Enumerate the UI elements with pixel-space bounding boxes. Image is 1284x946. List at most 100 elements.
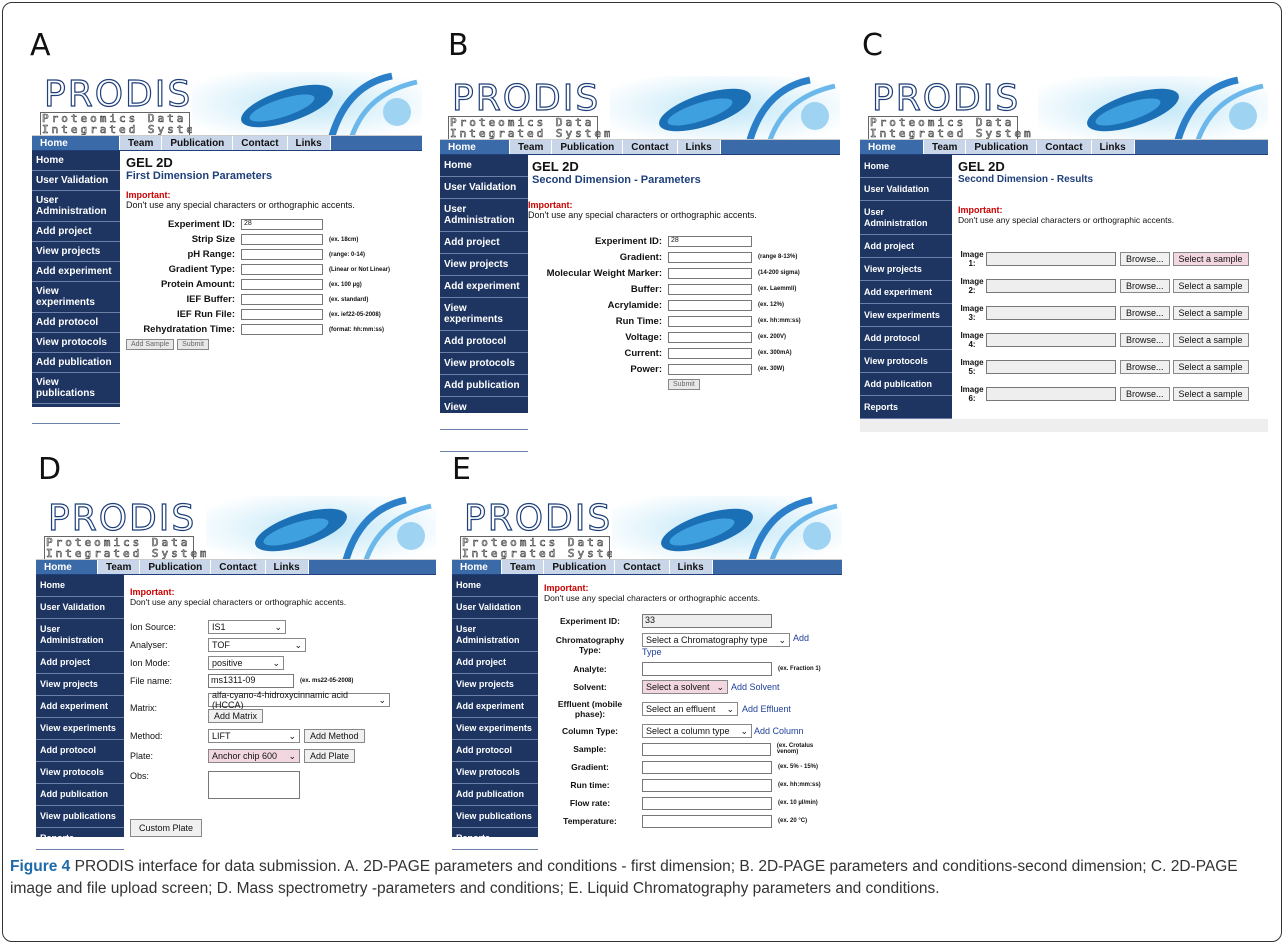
field-input[interactable] (241, 279, 323, 290)
sidebar-item-user-administration[interactable]: User Administration (32, 191, 120, 222)
sidebar-item-add-protocol[interactable]: Add protocol (36, 740, 124, 762)
nav-tab-contact[interactable]: Contact (211, 560, 266, 574)
sidebar-item-view-experiments[interactable]: View experiments (860, 304, 952, 327)
select-sample-button[interactable]: Select a sample (1172, 332, 1249, 347)
add-solvent-link[interactable]: Add Solvent (731, 682, 780, 692)
sidebar-item-view-projects[interactable]: View projects (452, 674, 538, 696)
field-input[interactable] (668, 315, 752, 327)
nav-tab-publication[interactable]: Publication (140, 560, 212, 574)
add-method-button[interactable]: Add Method (304, 729, 365, 743)
nav-tab-publication[interactable]: Publication (162, 136, 234, 150)
select-sample-button[interactable]: Select a sample (1172, 359, 1249, 374)
sidebar-item-user-administration[interactable]: User Administration (36, 619, 124, 652)
field-input[interactable] (641, 742, 771, 756)
field-input[interactable] (642, 760, 772, 774)
nav-tab-team[interactable]: Team (98, 560, 141, 574)
field-input[interactable] (241, 294, 323, 305)
sidebar-item-add-experiment[interactable]: Add experiment (440, 276, 528, 298)
file-path-input[interactable] (986, 386, 1116, 401)
sidebar-item-add-experiment[interactable]: Add experiment (860, 281, 952, 304)
sidebar-item-home[interactable]: Home (860, 155, 952, 178)
sidebar-item-home[interactable]: Home (32, 151, 120, 171)
file-path-input[interactable] (986, 251, 1116, 266)
browse-button[interactable]: Browse... (1120, 278, 1170, 293)
field-input[interactable] (642, 814, 772, 828)
sidebar-item-view-experiments[interactable]: View experiments (440, 298, 528, 331)
sidebar-item-user-validation[interactable]: User Validation (440, 177, 528, 199)
sidebar-item-view-publications[interactable]: View publications (440, 397, 528, 430)
nav-tab-contact[interactable]: Contact (233, 136, 288, 150)
obs-textarea[interactable] (208, 771, 300, 799)
sidebar-item-view-protocols[interactable]: View protocols (440, 353, 528, 375)
nav-tab-home[interactable]: Home (452, 560, 502, 574)
nav-tab-links[interactable]: Links (287, 136, 331, 150)
sidebar-item-reports[interactable]: Reports (860, 396, 952, 419)
column-type-select[interactable]: Select a column type ⌄ (642, 724, 752, 738)
nav-tab-contact[interactable]: Contact (623, 140, 678, 154)
method-select[interactable]: LIFT ⌄ (208, 729, 300, 743)
sidebar-item-add-project[interactable]: Add project (36, 652, 124, 674)
field-input[interactable] (668, 283, 752, 295)
effluent-select[interactable]: Select an effluent ⌄ (642, 702, 738, 716)
browse-button[interactable]: Browse... (1120, 332, 1170, 347)
chromatography-type-select[interactable]: Select a Chromatography type ⌄ (642, 633, 790, 647)
sidebar-item-user-validation[interactable]: User Validation (32, 171, 120, 191)
field-input[interactable] (241, 309, 323, 320)
sidebar-item-add-project[interactable]: Add project (452, 652, 538, 674)
field-input[interactable] (241, 249, 323, 260)
sidebar-item-user-administration[interactable]: User Administration (860, 201, 952, 235)
nav-tab-links[interactable]: Links (677, 140, 721, 154)
select-sample-button[interactable]: Select a sample (1172, 305, 1249, 320)
sidebar-item-view-projects[interactable]: View projects (32, 242, 120, 262)
analyser-select[interactable]: TOF ⌄ (208, 638, 306, 652)
sidebar-item-reports[interactable]: Reports (32, 404, 120, 424)
sidebar-item-view-protocols[interactable]: View protocols (36, 762, 124, 784)
nav-tab-team[interactable]: Team (510, 140, 553, 154)
nav-tab-home[interactable]: Home (36, 560, 98, 574)
select-sample-button[interactable]: Select a sample (1172, 278, 1249, 293)
field-input[interactable] (668, 251, 752, 263)
browse-button[interactable]: Browse... (1120, 305, 1170, 320)
add-type-link-2[interactable]: Type (642, 647, 809, 657)
sidebar-item-add-protocol[interactable]: Add protocol (452, 740, 538, 762)
nav-tab-publication[interactable]: Publication (544, 560, 616, 574)
file-path-input[interactable] (986, 359, 1116, 374)
analyte-input[interactable] (642, 662, 772, 676)
experiment-id-input[interactable]: 33 (642, 614, 772, 628)
sidebar-item-view-experiments[interactable]: View experiments (32, 282, 120, 313)
nav-tab-links[interactable]: Links (1091, 140, 1135, 154)
field-input[interactable] (668, 331, 752, 343)
field-input[interactable] (668, 267, 752, 279)
sidebar-item-reports[interactable]: Reports (36, 828, 124, 850)
select-sample-button[interactable]: Select a sample (1172, 386, 1249, 401)
sidebar-item-add-protocol[interactable]: Add protocol (860, 327, 952, 350)
nav-tab-home[interactable]: Home (860, 140, 924, 154)
field-input[interactable]: 28 (668, 235, 752, 247)
file-path-input[interactable] (986, 305, 1116, 320)
sidebar-item-home[interactable]: Home (440, 155, 528, 177)
nav-tab-links[interactable]: Links (669, 560, 713, 574)
nav-tab-publication[interactable]: Publication (552, 140, 624, 154)
field-input[interactable] (241, 324, 323, 335)
sidebar-item-user-administration[interactable]: User Administration (440, 199, 528, 232)
custom-plate-button[interactable]: Custom Plate (130, 819, 203, 837)
sidebar-item-view-experiments[interactable]: View experiments (452, 718, 538, 740)
sidebar-item-view-publications[interactable]: View publications (36, 806, 124, 828)
sidebar-item-add-project[interactable]: Add project (860, 235, 952, 258)
sidebar-item-add-experiment[interactable]: Add experiment (452, 696, 538, 718)
sidebar-item-add-publication[interactable]: Add publication (860, 373, 952, 396)
select-sample-button[interactable]: Select a sample (1172, 251, 1249, 266)
sidebar-item-add-publication[interactable]: Add publication (36, 784, 124, 806)
plate-select[interactable]: Anchor chip 600 ⌄ (208, 749, 300, 763)
file-path-input[interactable] (986, 278, 1116, 293)
nav-tab-team[interactable]: Team (502, 560, 545, 574)
sidebar-item-add-protocol[interactable]: Add protocol (32, 313, 120, 333)
ion-source-select[interactable]: IS1 ⌄ (208, 620, 286, 634)
sidebar-item-view-projects[interactable]: View projects (440, 254, 528, 276)
sidebar-item-reports[interactable]: Reports (440, 430, 528, 452)
file-path-input[interactable] (986, 332, 1116, 347)
nav-tab-home[interactable]: Home (440, 140, 510, 154)
sidebar-item-view-protocols[interactable]: View protocols (860, 350, 952, 373)
sidebar-item-view-projects[interactable]: View projects (36, 674, 124, 696)
field-input[interactable]: 28 (241, 219, 323, 230)
